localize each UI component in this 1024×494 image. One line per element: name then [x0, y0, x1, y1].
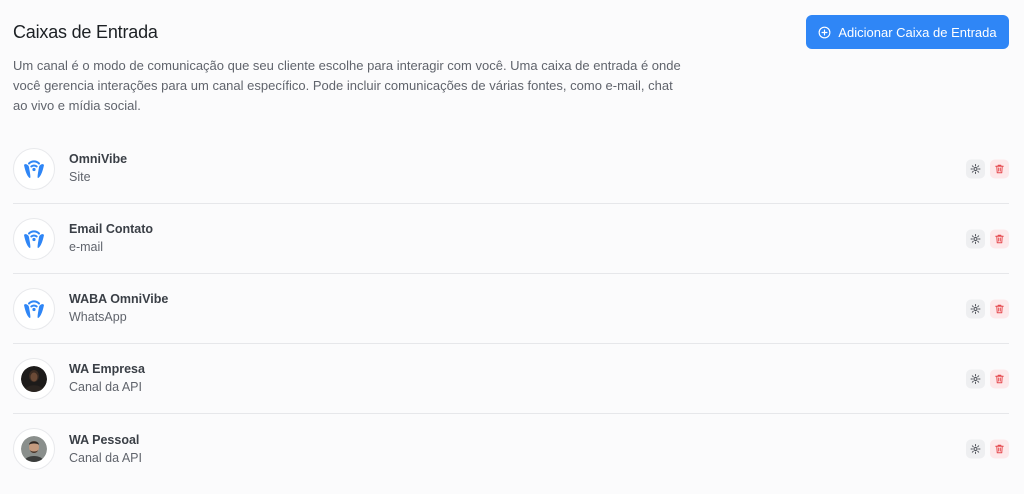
inbox-name: WABA OmniVibe: [69, 292, 169, 306]
inbox-channel-type: WhatsApp: [69, 310, 127, 324]
inbox-row[interactable]: WA Empresa Canal da API: [13, 344, 1009, 414]
inbox-row[interactable]: WABA OmniVibe WhatsApp: [13, 274, 1009, 344]
inbox-name: WA Pessoal: [69, 432, 140, 447]
inbox-settings-button[interactable]: [966, 229, 985, 248]
inbox-avatar: [13, 287, 55, 330]
page-description: Um canal é o modo de comunicação que seu…: [13, 58, 681, 113]
trash-icon: [995, 234, 1004, 243]
inbox-name: WA Empresa: [69, 362, 145, 376]
trash-icon: [995, 374, 1004, 383]
inbox-settings-button[interactable]: [966, 299, 985, 318]
inbox-avatar: [13, 147, 55, 190]
add-inbox-label: Adicionar Caixa de Entrada: [838, 24, 997, 40]
gear-icon: [970, 303, 981, 314]
inbox-list: OmniVibe Site Email Contato e-mail WABA …: [13, 134, 1009, 484]
trash-icon: [995, 304, 1004, 313]
gear-icon: [970, 163, 981, 174]
profile-photo-dark: [21, 365, 47, 392]
inbox-channel-type: Canal da API: [69, 450, 142, 465]
gear-icon: [970, 233, 981, 244]
inbox-avatar: [13, 357, 55, 400]
inbox-avatar: [13, 217, 55, 260]
inbox-delete-button[interactable]: [990, 369, 1009, 388]
inbox-row[interactable]: Email Contato e-mail: [13, 204, 1009, 274]
wifi-brand-icon: [24, 229, 44, 248]
wifi-brand-icon: [24, 299, 44, 318]
inbox-delete-button[interactable]: [990, 439, 1009, 459]
wifi-brand-icon: [24, 159, 44, 178]
inbox-channel-type: e-mail: [69, 240, 104, 254]
gear-icon: [970, 373, 981, 384]
inbox-row[interactable]: OmniVibe Site: [13, 134, 1009, 204]
inbox-row[interactable]: WA Pessoal Canal da API: [13, 414, 1009, 484]
inbox-channel-type: Canal da API: [69, 380, 142, 394]
inbox-avatar: [13, 428, 55, 470]
inbox-settings-button[interactable]: [966, 439, 985, 459]
trash-icon: [995, 164, 1004, 173]
inbox-settings-button[interactable]: [966, 369, 985, 388]
page-header: Caixas de Entrada Um canal é o modo de c…: [13, 20, 693, 116]
inbox-delete-button[interactable]: [990, 299, 1009, 318]
page-title: Caixas de Entrada: [13, 22, 158, 42]
gear-icon: [970, 444, 981, 454]
inbox-delete-button[interactable]: [990, 229, 1009, 248]
inbox-settings-button[interactable]: [966, 159, 985, 178]
plus-circle-icon: [818, 26, 831, 38]
inbox-delete-button[interactable]: [990, 159, 1009, 178]
add-inbox-button[interactable]: Adicionar Caixa de Entrada: [806, 15, 1009, 49]
profile-photo-person: [21, 436, 47, 462]
inbox-name: OmniVibe: [69, 152, 128, 166]
inbox-name: Email Contato: [69, 222, 154, 236]
inbox-channel-type: Site: [69, 170, 91, 184]
trash-icon: [995, 444, 1004, 454]
